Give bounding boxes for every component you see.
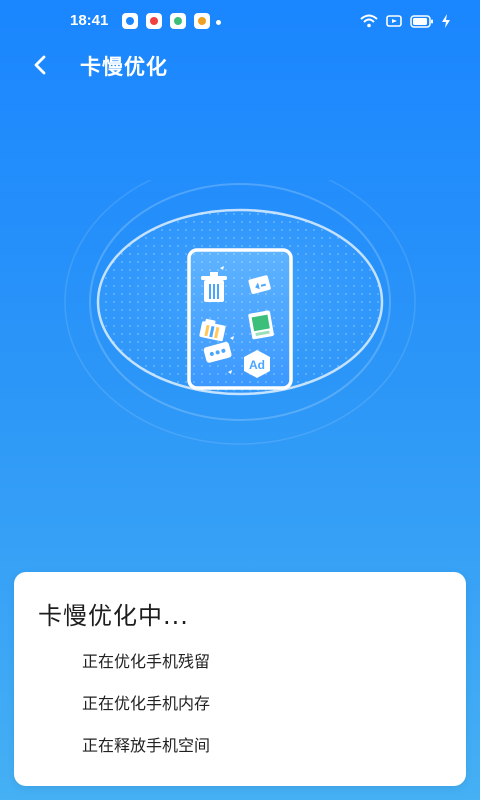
page-title: 卡慢优化 bbox=[80, 55, 168, 79]
task-item: 正在优化手机残留 bbox=[82, 652, 211, 671]
message-notification-icon bbox=[146, 13, 162, 29]
optimization-illustration: Ad bbox=[64, 180, 416, 445]
charging-icon bbox=[442, 14, 450, 28]
status-time: 18:41 bbox=[70, 12, 109, 29]
task-item: 正在释放手机空间 bbox=[82, 736, 211, 755]
ad-label: Ad bbox=[249, 358, 265, 372]
status-icons bbox=[360, 14, 450, 28]
back-button[interactable] bbox=[22, 46, 62, 86]
task-item: 正在优化手机内存 bbox=[82, 694, 211, 713]
phone-illustration bbox=[187, 248, 293, 390]
progress-title: 卡慢优化中... bbox=[38, 602, 189, 630]
wifi-icon bbox=[360, 14, 378, 28]
chevron-left-icon bbox=[34, 55, 46, 75]
progress-card: 卡慢优化中... 正在优化手机残留 正在优化手机内存 正在释放手机空间 bbox=[14, 572, 466, 786]
app-notification-icon bbox=[122, 13, 138, 29]
more-notifications-dot bbox=[216, 20, 221, 25]
status-bar: 18:41 bbox=[0, 0, 480, 44]
cast-icon bbox=[386, 15, 402, 27]
game-notification-icon bbox=[170, 13, 186, 29]
trash-icon bbox=[201, 272, 227, 302]
image-file-icon bbox=[248, 310, 274, 340]
shop-notification-icon bbox=[194, 13, 210, 29]
battery-icon bbox=[410, 14, 433, 28]
header: 卡慢优化 bbox=[0, 44, 480, 88]
